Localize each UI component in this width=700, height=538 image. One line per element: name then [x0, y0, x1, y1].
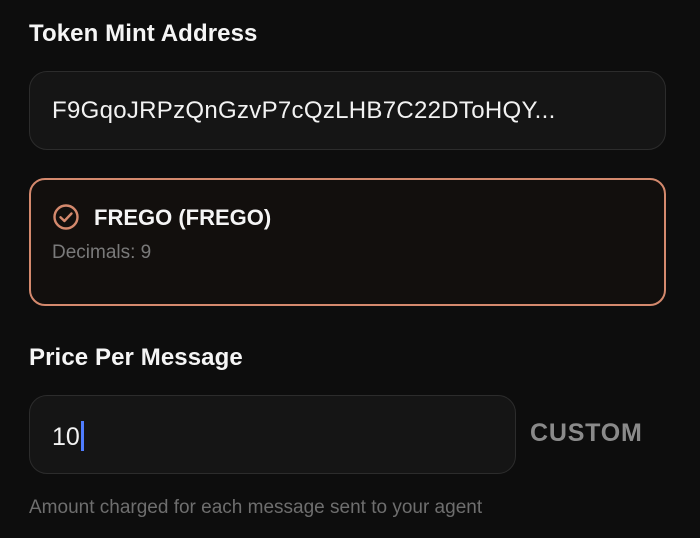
check-circle-icon	[53, 204, 79, 230]
token-decimals: Decimals: 9	[52, 242, 152, 263]
price-helper-text: Amount charged for each message sent to …	[29, 497, 483, 518]
price-per-message-label: Price Per Message	[29, 344, 243, 371]
token-mint-address-input[interactable]: F9GqoJRPzQnGzvP7cQzLHB7C22DToHQY...	[29, 71, 666, 150]
price-value-text: 10	[52, 423, 80, 451]
text-caret	[80, 421, 84, 451]
token-name: FREGO (FREGO)	[94, 205, 272, 230]
price-per-message-input[interactable]: 10	[29, 395, 516, 474]
token-info-card: FREGO (FREGO) Decimals: 9	[29, 178, 666, 306]
custom-button[interactable]: CUSTOM	[530, 419, 643, 448]
price-per-message-value: 10	[52, 421, 84, 452]
token-mint-address-label: Token Mint Address	[29, 20, 258, 47]
token-mint-address-value: F9GqoJRPzQnGzvP7cQzLHB7C22DToHQY...	[52, 97, 556, 124]
